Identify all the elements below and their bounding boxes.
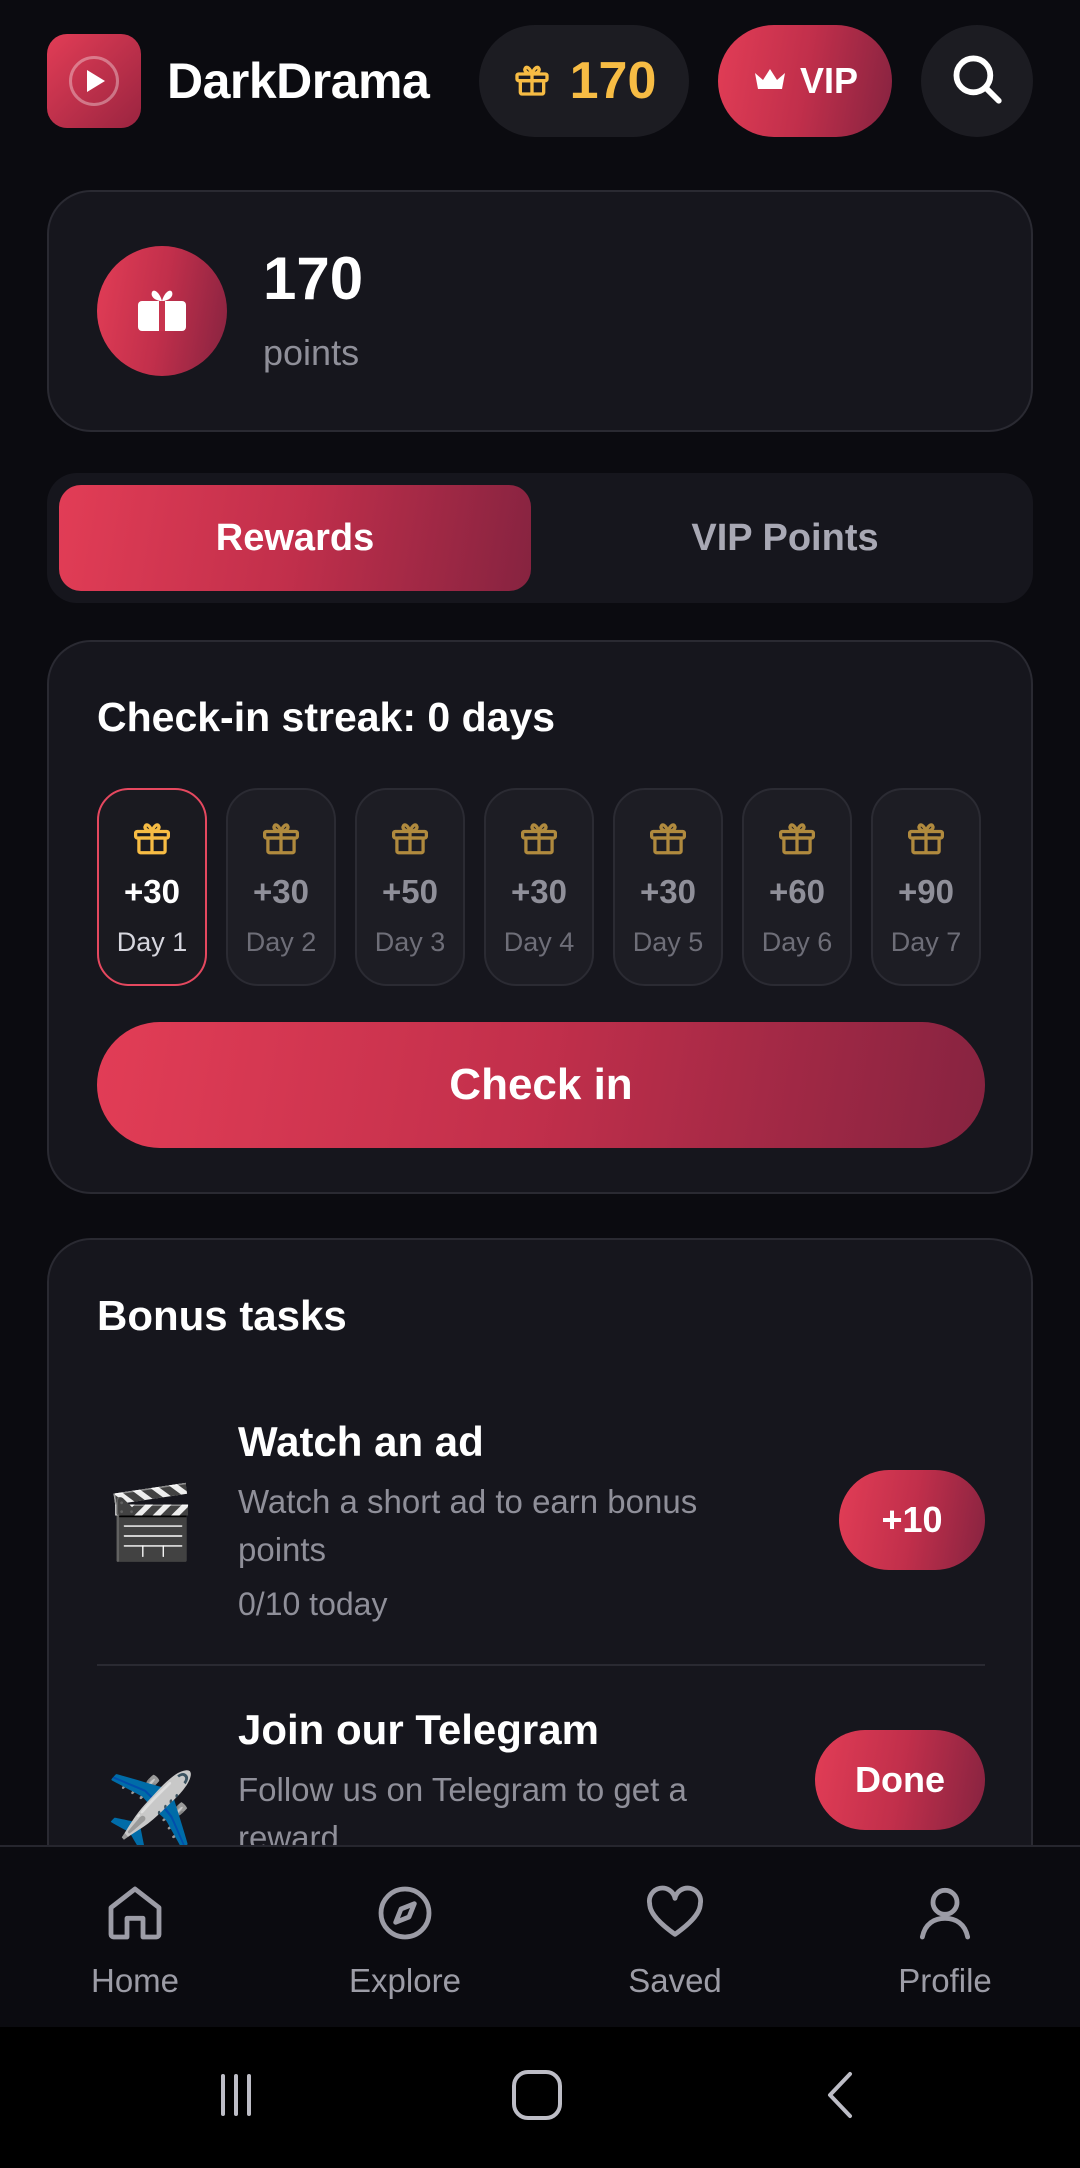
checkin-day-amount: +60 xyxy=(769,873,825,910)
coins-count: 170 xyxy=(569,52,657,110)
task-title: Watch an ad xyxy=(238,1418,484,1465)
gift-icon xyxy=(519,820,559,861)
back-chevron-icon xyxy=(818,2068,862,2127)
recent-apps-button[interactable] xyxy=(196,2067,276,2127)
nav-label: Saved xyxy=(628,1962,722,1999)
check-in-button[interactable]: Check in xyxy=(97,1022,985,1148)
recents-icon xyxy=(211,2070,261,2125)
app-header: DarkDrama 170 VIP xyxy=(0,0,1080,160)
points-value: 170 xyxy=(263,245,364,312)
telegram-done-button[interactable]: Done xyxy=(815,1730,985,1830)
task-divider xyxy=(97,1664,985,1666)
home-icon xyxy=(103,1881,167,1950)
checkin-card: Check-in streak: 0 days +30 Day 1 +30 Da… xyxy=(47,640,1033,1194)
vip-button[interactable]: VIP xyxy=(718,25,892,137)
app-logo[interactable] xyxy=(47,34,141,128)
nav-label: Profile xyxy=(898,1962,992,1999)
checkin-day-3[interactable]: +50 Day 3 xyxy=(355,788,465,986)
checkin-day-4[interactable]: +30 Day 4 xyxy=(484,788,594,986)
checkin-day-amount: +30 xyxy=(124,873,180,910)
points-label: points xyxy=(263,332,360,373)
gift-icon xyxy=(390,820,430,861)
checkin-day-6[interactable]: +60 Day 6 xyxy=(742,788,852,986)
nav-saved[interactable]: Saved xyxy=(575,1881,775,2000)
home-system-button[interactable] xyxy=(497,2067,577,2127)
bonus-tasks-title: Bonus tasks xyxy=(97,1292,347,1339)
coins-balance[interactable]: 170 xyxy=(479,25,689,137)
gift-box-icon xyxy=(136,285,188,338)
compass-icon xyxy=(373,1881,437,1950)
bottom-navigation: Home Explore Saved Profile xyxy=(0,1845,1080,2027)
search-button[interactable] xyxy=(921,25,1033,137)
nav-home[interactable]: Home xyxy=(35,1881,235,2000)
checkin-day-7[interactable]: +90 Day 7 xyxy=(871,788,981,986)
checkin-day-label: Day 5 xyxy=(632,927,704,957)
gift-icon xyxy=(132,820,172,861)
back-button[interactable] xyxy=(800,2067,880,2127)
vip-label: VIP xyxy=(799,60,859,101)
checkin-day-label: Day 1 xyxy=(116,927,188,957)
checkin-streak-title: Check-in streak: 0 days xyxy=(97,694,556,740)
watch-ad-button[interactable]: +10 xyxy=(839,1470,985,1570)
system-navigation-bar xyxy=(0,2027,1080,2168)
checkin-day-amount: +30 xyxy=(640,873,696,910)
crown-icon xyxy=(752,65,788,98)
gift-icon xyxy=(261,820,301,861)
nav-label: Home xyxy=(90,1962,180,1999)
checkin-day-5[interactable]: +30 Day 5 xyxy=(613,788,723,986)
checkin-day-amount: +30 xyxy=(253,873,309,910)
rewards-tabs: Rewards VIP Points xyxy=(47,473,1033,603)
task-title: Join our Telegram xyxy=(238,1706,599,1753)
checkin-day-amount: +90 xyxy=(898,873,954,910)
checkin-day-label: Day 2 xyxy=(245,927,317,957)
task-description: Watch a short ad to earn bonus points xyxy=(238,1483,698,1568)
tab-rewards[interactable]: Rewards xyxy=(59,485,531,591)
home-square-icon xyxy=(510,2068,564,2127)
user-icon xyxy=(913,1881,977,1950)
gift-icon xyxy=(648,820,688,861)
task-progress: 0/10 today xyxy=(238,1586,388,1622)
clapperboard-icon: 🎬 xyxy=(106,1482,196,1563)
gift-icon xyxy=(777,820,817,861)
nav-label: Explore xyxy=(349,1962,461,1999)
heart-icon xyxy=(643,1881,707,1950)
points-card: 170 points xyxy=(47,190,1033,432)
checkin-day-label: Day 7 xyxy=(890,927,962,957)
airplane-icon: ✈️ xyxy=(106,1770,196,1851)
tab-vip-points[interactable]: VIP Points xyxy=(549,485,1021,591)
nav-profile[interactable]: Profile xyxy=(845,1881,1045,2000)
checkin-day-amount: +30 xyxy=(511,873,567,910)
search-icon xyxy=(948,50,1006,113)
gift-icon xyxy=(906,820,946,861)
play-icon xyxy=(69,56,119,106)
checkin-day-label: Day 6 xyxy=(761,927,833,957)
points-gift-badge xyxy=(97,246,227,376)
nav-explore[interactable]: Explore xyxy=(305,1881,505,2000)
checkin-day-2[interactable]: +30 Day 2 xyxy=(226,788,336,986)
checkin-day-label: Day 4 xyxy=(503,927,575,957)
checkin-day-label: Day 3 xyxy=(374,927,446,957)
checkin-day-1[interactable]: +30 Day 1 xyxy=(97,788,207,986)
app-title: DarkDrama xyxy=(167,53,430,109)
gift-icon xyxy=(512,59,552,104)
checkin-day-amount: +50 xyxy=(382,873,438,910)
